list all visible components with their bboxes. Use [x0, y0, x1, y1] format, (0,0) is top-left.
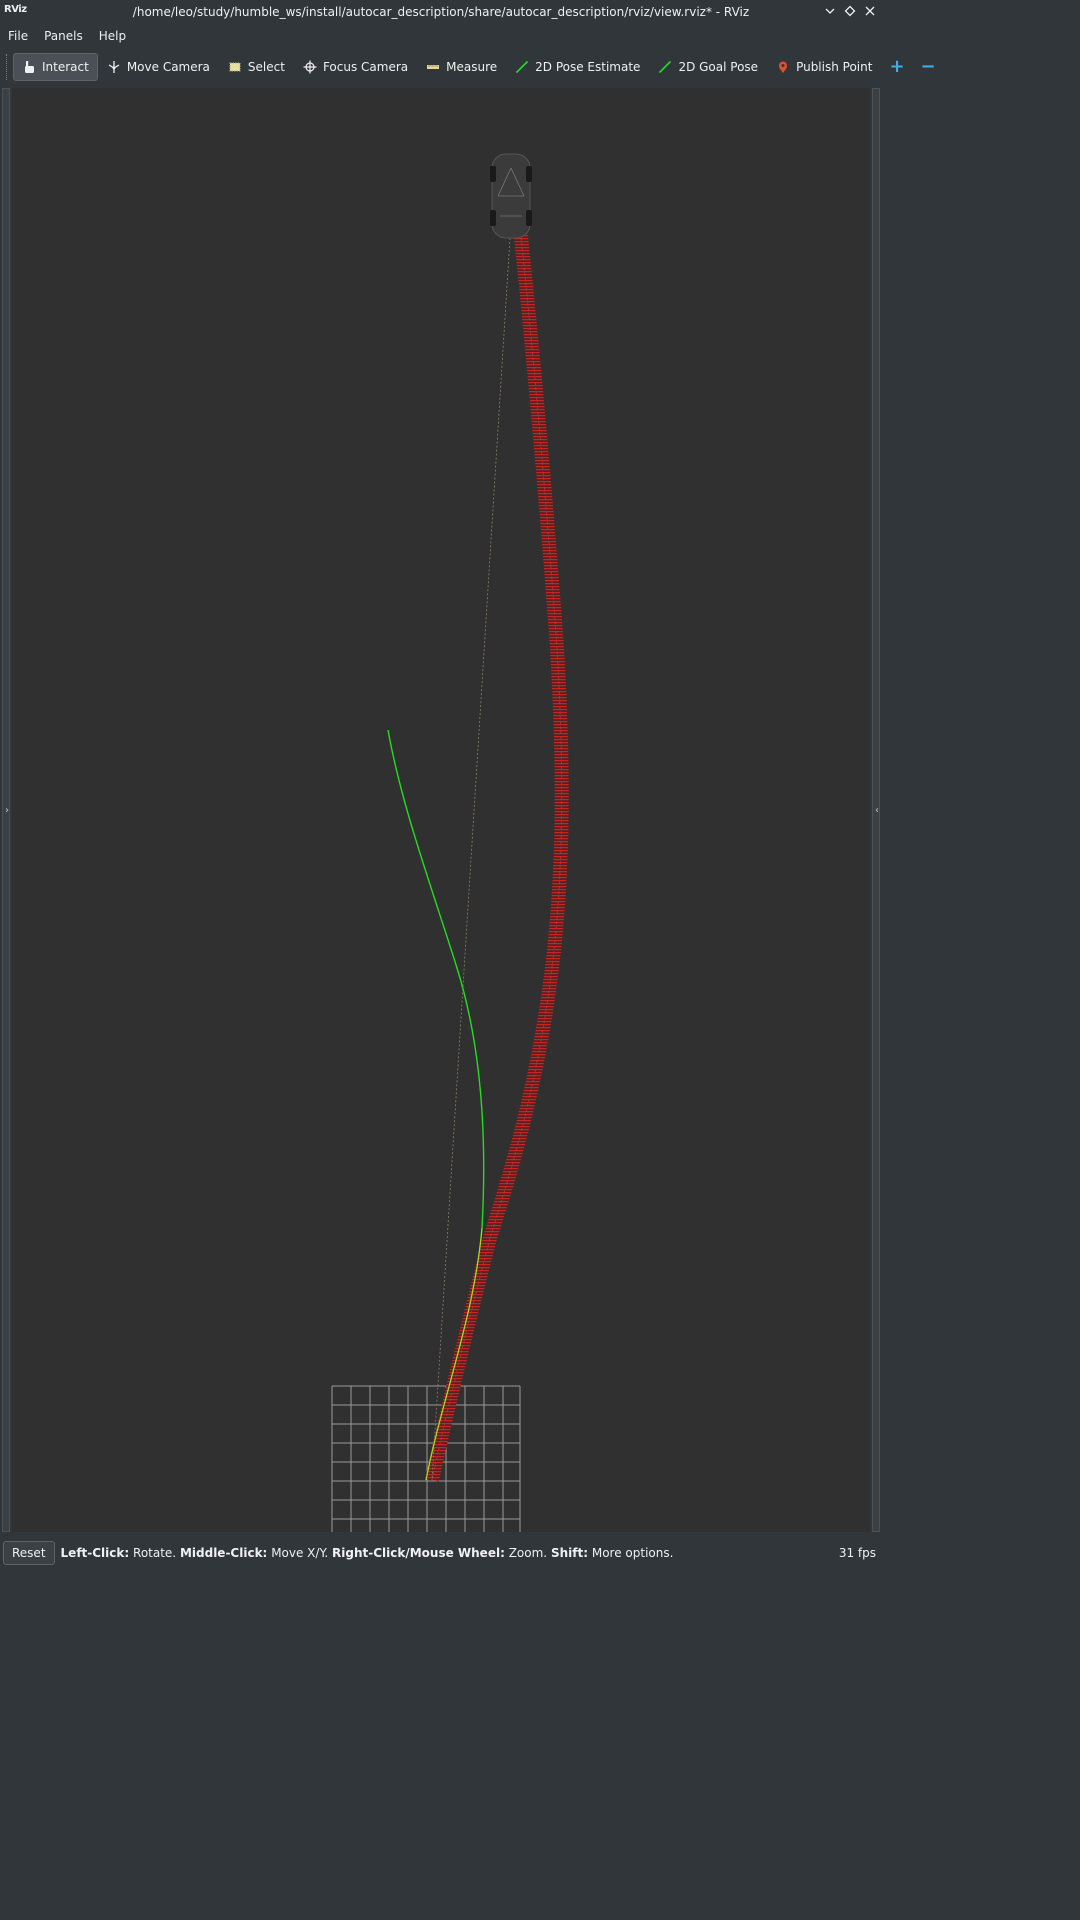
green-arrow-icon	[659, 60, 672, 74]
fps-counter: 31 fps	[838, 1546, 876, 1560]
ground-grid	[331, 1385, 521, 1532]
map-pin-icon	[779, 61, 788, 73]
goal-pose-tool-button[interactable]: 2D Goal Pose	[649, 53, 767, 81]
interact-label: Interact	[42, 60, 89, 74]
menu-help[interactable]: Help	[91, 24, 134, 48]
trajectory-path	[425, 207, 569, 1482]
window-controls	[822, 3, 878, 19]
ruler-icon	[427, 65, 440, 69]
pose-estimate-label: 2D Pose Estimate	[535, 60, 641, 74]
right-dock-handle[interactable]: ‹	[872, 88, 880, 1532]
hand-pointer-icon	[25, 61, 34, 73]
remove-tool-minus-icon[interactable]: −	[913, 54, 944, 80]
hint-shift-key: Shift:	[550, 1546, 589, 1560]
move-camera-tool-button[interactable]: Move Camera	[98, 53, 219, 81]
measure-tool-button[interactable]: Measure	[417, 53, 506, 81]
maximize-diamond-icon[interactable]	[842, 3, 858, 19]
hint-shift-val: More options.	[591, 1546, 674, 1560]
move-camera-label: Move Camera	[126, 60, 210, 74]
close-icon[interactable]	[862, 3, 878, 19]
crosshair-icon	[303, 60, 317, 74]
hint-right-click-val: Zoom.	[508, 1546, 548, 1560]
publish-point-tool-button[interactable]: Publish Point	[767, 53, 881, 81]
interact-tool-button[interactable]: Interact	[13, 53, 98, 81]
left-dock-handle[interactable]: ›	[2, 88, 10, 1532]
chevron-left-icon: ‹	[875, 805, 879, 816]
window-title: /home/leo/study/humble_ws/install/autoca…	[132, 5, 750, 19]
menu-panels[interactable]: Panels	[36, 24, 91, 48]
status-bar: Reset Left-Click: Rotate. Middle-Click: …	[0, 1538, 882, 1568]
publish-point-label: Publish Point	[796, 60, 873, 74]
title-bar: RViz /home/leo/study/humble_ws/install/a…	[0, 0, 882, 24]
pose-estimate-tool-button[interactable]: 2D Pose Estimate	[506, 53, 649, 81]
hint-middle-click-key: Middle-Click:	[179, 1546, 268, 1560]
focus-camera-tool-button[interactable]: Focus Camera	[294, 53, 417, 81]
menu-file[interactable]: File	[0, 24, 36, 48]
robot-car-model	[490, 153, 532, 239]
mouse-hint: Left-Click: Rotate. Middle-Click: Move X…	[61, 1546, 674, 1560]
select-tool-button[interactable]: Select	[219, 53, 294, 81]
toolbar-grip[interactable]	[6, 54, 7, 80]
hint-middle-click-val: Move X/Y.	[271, 1546, 329, 1560]
planned-path	[387, 729, 485, 1481]
chevron-right-icon: ›	[5, 805, 9, 816]
select-icon	[229, 62, 241, 72]
select-label: Select	[247, 60, 285, 74]
tools-toolbar: Interact Move Camera Select Focus Camera…	[0, 50, 936, 84]
render-viewport[interactable]	[12, 88, 870, 1532]
add-tool-plus-icon[interactable]: +	[881, 54, 912, 80]
focus-camera-label: Focus Camera	[322, 60, 409, 74]
goal-pose-label: 2D Goal Pose	[678, 60, 759, 74]
green-arrow-icon	[516, 60, 529, 74]
measure-label: Measure	[446, 60, 498, 74]
rviz-logo: RViz	[4, 4, 27, 15]
menu-bar: File Panels Help	[0, 24, 882, 48]
move-camera-icon	[108, 61, 120, 73]
minimize-chevron-down-icon[interactable]	[822, 3, 838, 19]
hint-right-click-key: Right-Click/Mouse Wheel:	[332, 1546, 505, 1560]
hint-left-click-key: Left-Click:	[60, 1546, 130, 1560]
hint-left-click-val: Rotate.	[133, 1546, 177, 1560]
reset-button[interactable]: Reset	[3, 1541, 55, 1565]
